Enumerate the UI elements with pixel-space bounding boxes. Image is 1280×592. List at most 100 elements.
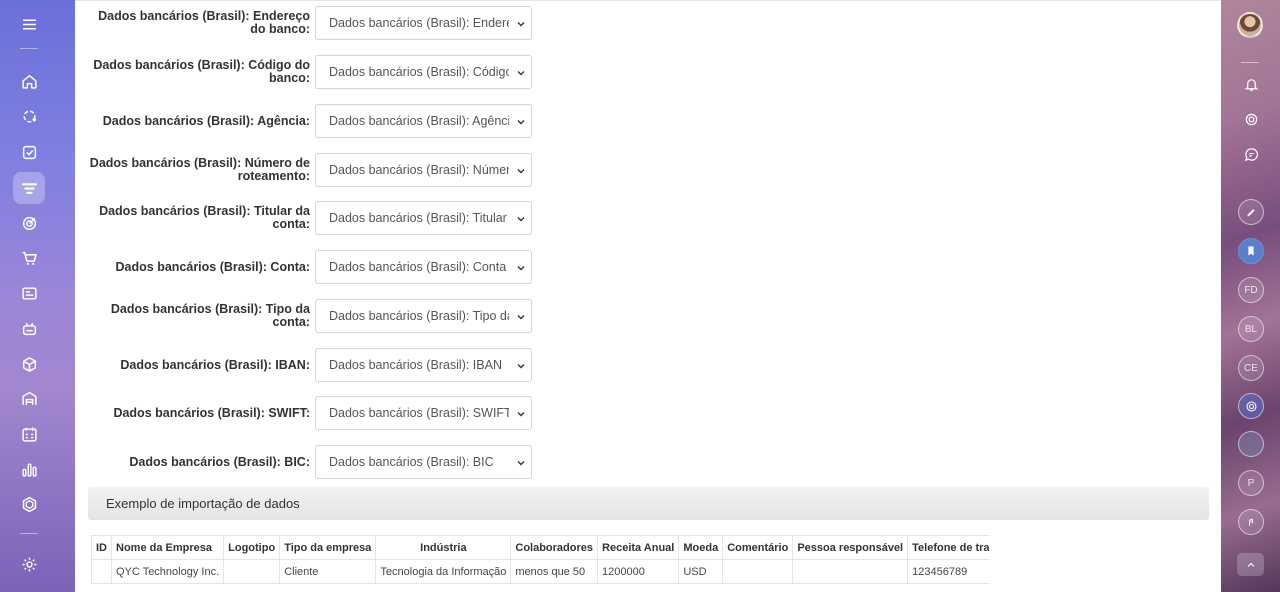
field-label: Dados bancários (Brasil): Código do banc… xyxy=(93,58,310,85)
field-label: Dados bancários (Brasil): Conta: xyxy=(115,259,310,274)
chevron-down-icon xyxy=(517,315,525,320)
field-label: Dados bancários (Brasil): Agência: xyxy=(102,113,310,128)
chevron-down-icon xyxy=(517,217,525,222)
field-label: Dados bancários (Brasil): Número de rote… xyxy=(89,156,310,183)
field-label: Dados bancários (Brasil): Endereço do ba… xyxy=(98,9,310,36)
calendar-icon[interactable] xyxy=(13,418,45,450)
field-select[interactable]: Dados bancários (Brasil): Número d xyxy=(315,153,532,187)
field-select[interactable]: Dados bancários (Brasil): IBAN xyxy=(315,348,532,382)
form-row: Dados bancários (Brasil): Tipo da conta:… xyxy=(75,299,535,333)
table-cell: Cliente xyxy=(279,559,377,584)
settings-icon[interactable] xyxy=(13,548,45,580)
table-cell: menos que 50 xyxy=(510,559,599,584)
table-row: QYC Technology Inc. Cliente Tecnologia da … xyxy=(91,559,989,584)
filter-icon[interactable] xyxy=(13,172,45,204)
field-select[interactable]: Dados bancários (Brasil): BIC xyxy=(315,445,532,479)
pen-icon[interactable] xyxy=(1238,199,1264,225)
robot-icon[interactable] xyxy=(13,312,45,344)
chevron-down-icon xyxy=(517,71,525,76)
hexagon-icon[interactable] xyxy=(13,488,45,520)
import-example-header: Exemplo de importação de dados xyxy=(88,487,1209,520)
menu-icon[interactable] xyxy=(13,8,45,40)
user-ce-avatar[interactable]: CE xyxy=(1238,355,1264,381)
spiral-icon[interactable] xyxy=(1238,106,1264,132)
target-icon[interactable] xyxy=(13,207,45,239)
sidebar-divider xyxy=(20,533,38,534)
field-select[interactable]: Dados bancários (Brasil): Endereço xyxy=(315,6,532,40)
form-row: Dados bancários (Brasil): Titular da con… xyxy=(75,201,535,235)
table-header-cell: Colaboradores xyxy=(510,535,599,560)
form-row: Dados bancários (Brasil): SWIFT: Dados ba… xyxy=(75,396,535,430)
table-cell: 1200000 xyxy=(597,559,680,584)
table-header-cell: ID xyxy=(91,535,112,560)
table-header-cell: Pessoa responsável xyxy=(792,535,909,560)
table-cell xyxy=(91,559,112,584)
field-label: Dados bancários (Brasil): BIC: xyxy=(129,454,310,469)
form-row: Dados bancários (Brasil): Endereço do ba… xyxy=(75,6,535,40)
example-table: ID Nome da Empresa Logotipo Tipo da empresa… xyxy=(91,535,989,584)
field-label: Dados bancários (Brasil): Titular da con… xyxy=(99,204,310,231)
select-value: Dados bancários (Brasil): Número d xyxy=(329,163,509,177)
field-select[interactable]: Dados bancários (Brasil): Código de xyxy=(315,55,532,89)
sidebar-divider xyxy=(1241,62,1259,63)
table-header-cell: Indústria xyxy=(375,535,512,560)
table-header-cell: Tipo da empresa xyxy=(279,535,377,560)
table-cell: Tecnologia da Informação xyxy=(375,559,512,584)
section-title: Exemplo de importação de dados xyxy=(106,496,300,511)
chevron-down-icon xyxy=(517,364,525,369)
select-value: Dados bancários (Brasil): Titular da xyxy=(329,211,509,225)
box-icon[interactable] xyxy=(13,348,45,380)
contact-card-icon[interactable] xyxy=(13,277,45,309)
blank-avatar[interactable] xyxy=(1238,431,1264,457)
user-bl-avatar[interactable]: BL xyxy=(1238,316,1264,342)
chevron-up-icon[interactable] xyxy=(1237,553,1264,576)
form-row: Dados bancários (Brasil): Código do banc… xyxy=(75,55,535,89)
avatar[interactable] xyxy=(1237,12,1263,38)
main-content: Dados bancários (Brasil): Endereço do ba… xyxy=(75,0,1221,592)
chevron-down-icon xyxy=(517,120,525,125)
table-header-cell: Comentário xyxy=(722,535,794,560)
hand-icon[interactable] xyxy=(1238,509,1264,535)
table-header-cell: Moeda xyxy=(678,535,724,560)
crm-icon[interactable] xyxy=(13,100,45,132)
chat-icon[interactable] xyxy=(1238,141,1264,167)
tasks-icon[interactable] xyxy=(13,136,45,168)
field-label: Dados bancários (Brasil): SWIFT: xyxy=(113,405,310,420)
left-sidebar xyxy=(0,0,75,592)
select-value: Dados bancários (Brasil): Código de xyxy=(329,65,509,79)
table-cell xyxy=(223,559,281,584)
chevron-down-icon xyxy=(517,461,525,466)
field-select[interactable]: Dados bancários (Brasil): Agência xyxy=(315,104,532,138)
field-select[interactable]: Dados bancários (Brasil): Titular da xyxy=(315,201,532,235)
bookmark-icon[interactable] xyxy=(1238,238,1264,264)
form-row: Dados bancários (Brasil): IBAN: Dados ban… xyxy=(75,348,535,382)
select-value: Dados bancários (Brasil): Tipo da co xyxy=(329,309,509,323)
select-value: Dados bancários (Brasil): BIC xyxy=(329,455,494,469)
field-label: Dados bancários (Brasil): Tipo da conta: xyxy=(110,302,310,329)
bell-icon[interactable] xyxy=(1238,71,1264,97)
sidebar-divider xyxy=(20,48,38,49)
user-p-avatar[interactable]: P xyxy=(1238,470,1264,496)
chevron-down-icon xyxy=(517,266,525,271)
form-row: Dados bancários (Brasil): Agência: Dados … xyxy=(75,104,535,138)
form-row: Dados bancários (Brasil): Número de rote… xyxy=(75,153,535,187)
chevron-down-icon xyxy=(517,22,525,27)
table-header-cell: Receita Anual xyxy=(597,535,680,560)
warehouse-icon[interactable] xyxy=(13,382,45,414)
field-select[interactable]: Dados bancários (Brasil): Conta xyxy=(315,250,532,284)
user-fd-avatar[interactable]: FD xyxy=(1238,277,1264,303)
cart-icon[interactable] xyxy=(13,242,45,274)
table-cell: QYC Technology Inc. xyxy=(110,559,225,584)
select-value: Dados bancários (Brasil): Agência xyxy=(329,114,509,128)
field-select[interactable]: Dados bancários (Brasil): Tipo da co xyxy=(315,299,532,333)
field-label: Dados bancários (Brasil): IBAN: xyxy=(120,357,310,372)
field-select[interactable]: Dados bancários (Brasil): SWIFT xyxy=(315,396,532,430)
home-icon[interactable] xyxy=(13,65,45,97)
table-header-row: ID Nome da Empresa Logotipo Tipo da empresa… xyxy=(91,535,989,560)
chart-icon[interactable] xyxy=(13,453,45,485)
table-cell xyxy=(722,559,794,584)
spiral-active-icon[interactable] xyxy=(1238,393,1264,419)
table-cell xyxy=(792,559,909,584)
right-sidebar: FD BL CE P xyxy=(1221,0,1280,592)
table-cell: 123456789 xyxy=(907,559,989,584)
